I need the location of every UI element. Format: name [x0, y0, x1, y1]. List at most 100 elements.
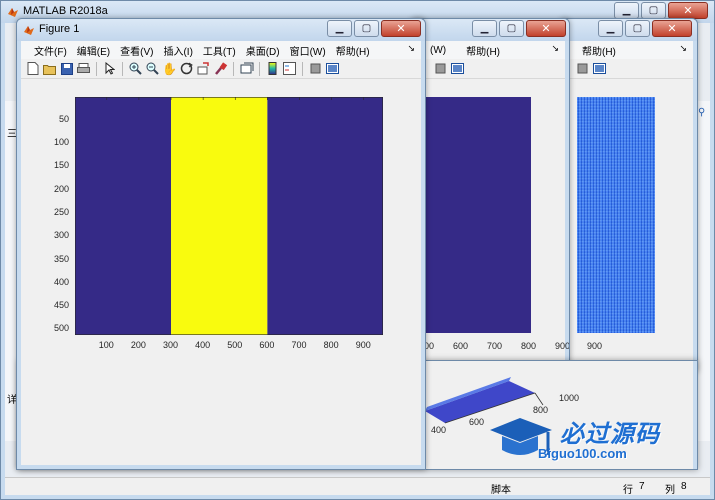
new-file-icon[interactable] [25, 61, 40, 76]
save-icon[interactable] [59, 61, 74, 76]
status-col-value: 8 [681, 481, 687, 492]
legend-icon[interactable] [282, 61, 297, 76]
figure3-window-controls: ▁ ▢ ✕ [598, 20, 692, 37]
x-tick-label: 700 [291, 340, 307, 350]
image-region-0 [75, 97, 172, 335]
figure1-menubar: 文件(F) 编辑(E) 查看(V) 插入(I) 工具(T) 桌面(D) 窗口(W) 帮助(H)… [21, 41, 421, 59]
matlab-logo-icon [8, 8, 18, 17]
menu-item[interactable]: 窗口(W) [285, 43, 331, 58]
rotate-icon[interactable] [179, 61, 194, 76]
menu-item[interactable]: 文件(F) [29, 43, 72, 58]
figure3-image-axes[interactable] [577, 97, 655, 333]
figure1-body: 文件(F) 编辑(E) 查看(V) 插入(I) 工具(T) 桌面(D) 窗口(W) 帮助(H)… [21, 41, 421, 465]
figure2-window-controls: ▁ ▢ ✕ [472, 20, 566, 37]
figure2-body: (W) 帮助(H) ↘ 400500600700800900 [415, 41, 569, 367]
watermark-text-en: Biguo100.com [538, 446, 627, 461]
colorbar-icon[interactable] [265, 61, 280, 76]
minimize-button[interactable]: ▁ [327, 20, 352, 37]
maximize-button[interactable]: ▢ [641, 2, 666, 19]
figure-3d-tick: 400 [431, 425, 447, 435]
menu-item[interactable]: 工具(T) [198, 43, 241, 58]
menu-item[interactable]: 插入(I) [158, 43, 197, 58]
pointer-icon[interactable] [102, 61, 117, 76]
hide-plot-tools-icon[interactable] [575, 61, 590, 76]
hide-plot-tools-icon[interactable] [433, 61, 448, 76]
status-bar: 脚本 行 7 列 8 [5, 477, 710, 496]
x-tick-label: 300 [163, 340, 179, 350]
zoom-in-icon[interactable] [128, 61, 143, 76]
menu-help[interactable]: 帮助(H) [577, 43, 621, 58]
menu-item[interactable]: 帮助(H) [331, 43, 375, 58]
figure1-window-controls: ▁ ▢ ✕ [327, 20, 421, 37]
x-tick-label: 900 [355, 340, 371, 350]
watermark-text-cn: 必过源码 [560, 421, 660, 448]
y-tick-label: 400 [53, 276, 69, 287]
menu-item[interactable]: 编辑(E) [72, 43, 115, 58]
figure-window-1[interactable]: Figure 1 ▁ ▢ ✕ 文件(F) 编辑(E) 查看(V) 插入(I) 工具(T)… [16, 18, 426, 470]
close-button[interactable]: ✕ [652, 20, 692, 37]
x-tick-label: 800 [323, 340, 339, 350]
close-button[interactable]: ✕ [526, 20, 566, 37]
show-plot-tools-icon[interactable] [450, 61, 465, 76]
brush-icon[interactable] [213, 61, 228, 76]
status-col-label: 列 [665, 485, 675, 496]
figure2-toolbar [415, 59, 565, 79]
show-plot-tools-icon[interactable] [325, 61, 340, 76]
open-folder-icon[interactable] [42, 61, 57, 76]
search-icon[interactable]: ⚲ [698, 107, 705, 118]
figure3-toolbar [565, 59, 693, 79]
image-region-1 [171, 97, 268, 335]
toolbar-separator [122, 61, 123, 76]
figure1-image-axes[interactable] [75, 97, 383, 335]
minimize-button[interactable]: ▁ [472, 20, 497, 37]
maximize-button[interactable]: ▢ [354, 20, 379, 37]
menu-item[interactable]: 桌面(D) [241, 43, 285, 58]
figure-3d-tick: 1000 [559, 393, 580, 403]
show-plot-tools-icon[interactable] [592, 61, 607, 76]
figure3-menubar: 帮助(H) ↘ [565, 41, 693, 59]
figure3-body: 帮助(H) ↘ 400500600700800900 [561, 41, 693, 367]
x-tick-label: 200 [130, 340, 146, 350]
image-region-2 [267, 97, 383, 335]
data-cursor-icon[interactable] [196, 61, 211, 76]
link-icon[interactable] [239, 61, 254, 76]
menu-expand-icon[interactable]: ↘ [551, 43, 559, 54]
y-tick-label: 100 [53, 137, 69, 148]
maximize-button[interactable]: ▢ [499, 20, 524, 37]
status-row-value: 7 [639, 481, 645, 492]
x-tick-label: 600 [259, 340, 275, 350]
hide-plot-tools-icon[interactable] [308, 61, 323, 76]
close-button[interactable]: ✕ [668, 2, 708, 19]
print-icon[interactable] [76, 61, 91, 76]
menu-expand-icon[interactable]: ↘ [407, 43, 415, 54]
minimize-button[interactable]: ▁ [598, 20, 623, 37]
figure-window-3[interactable]: ▁ ▢ ✕ 帮助(H) ↘ 400500600700800900 [560, 18, 698, 372]
status-row-label: 行 [623, 485, 633, 496]
menu-expand-icon[interactable]: ↘ [679, 43, 687, 54]
toolbar-separator [302, 61, 303, 76]
main-window-title: MATLAB R2018a [23, 5, 108, 17]
x-tick-label: 900 [555, 341, 570, 351]
x-tick-label: 700 [487, 341, 503, 351]
watermark: 必过源码 Biguo100.com [486, 410, 696, 470]
pan-icon[interactable]: ✋ [162, 61, 177, 76]
menu-item[interactable]: 查看(V) [115, 43, 158, 58]
figure1-titlebar: Figure 1 ▁ ▢ ✕ [17, 19, 425, 41]
x-tick-label: 100 [98, 340, 114, 350]
x-tick-label: 400 [195, 340, 211, 350]
minimize-button[interactable]: ▁ [614, 2, 639, 19]
menu-window[interactable]: (W) [425, 45, 451, 56]
y-tick-label: 250 [53, 206, 69, 217]
x-tick-label: 800 [521, 341, 537, 351]
y-tick-label: 300 [53, 230, 69, 241]
figure3-titlebar: ▁ ▢ ✕ [561, 19, 697, 41]
close-button[interactable]: ✕ [381, 20, 421, 37]
maximize-button[interactable]: ▢ [625, 20, 650, 37]
figure1-toolbar: ✋ [21, 59, 421, 79]
matlab-logo-icon [24, 26, 34, 35]
figure-3d-tick: 600 [469, 417, 485, 427]
zoom-out-icon[interactable] [145, 61, 160, 76]
menu-help[interactable]: 帮助(H) [461, 43, 505, 58]
figure-window-2[interactable]: ▁ ▢ ✕ (W) 帮助(H) ↘ 400500600700800900 [410, 18, 570, 372]
figure2-image-axes[interactable] [421, 97, 531, 333]
